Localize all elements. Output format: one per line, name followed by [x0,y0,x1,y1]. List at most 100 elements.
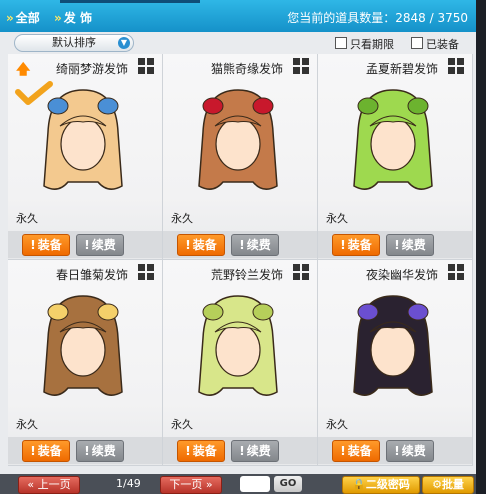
prev-page-button[interactable]: « 上一页 [18,476,80,494]
exclamation-icon: ! [394,444,400,458]
item-duration: 永久 [171,418,193,431]
grid-view-icon[interactable] [448,264,464,280]
equip-button[interactable]: ! 装备 [332,440,380,462]
equip-button[interactable]: ! 装备 [332,234,380,256]
next-page-button[interactable]: 下一页 » [160,476,222,494]
renew-button[interactable]: ! 续费 [231,440,279,462]
item-count-current: 2848 [395,11,426,25]
equip-label: 装备 [192,444,217,458]
renew-label: 续费 [246,444,271,458]
grid-view-icon[interactable] [138,58,154,74]
breadcrumb-all-label: 全部 [15,11,40,25]
exclamation-icon: ! [185,444,191,458]
equipped-label: 已装备 [426,38,459,51]
hair-accessory-image [198,295,278,396]
item-actions: ! 装备 ! 续费 [163,231,317,258]
page-indicator: 1/49 [116,477,141,490]
checkbox-box[interactable] [335,37,347,49]
only-limited-label: 只看期限 [350,38,394,51]
sort-select[interactable]: 默认排序 ▼ [14,34,134,52]
page-number-input[interactable] [240,476,270,492]
sort-select-value: 默认排序 [52,36,96,49]
equip-button[interactable]: ! 装备 [22,440,70,462]
equip-label: 装备 [192,238,217,252]
renew-button[interactable]: ! 续费 [386,234,434,256]
grid-view-icon[interactable] [293,58,309,74]
equip-button[interactable]: ! 装备 [177,234,225,256]
prev-page-label: 上一页 [37,478,71,491]
secondary-password-button[interactable]: 🔒二级密码 [342,476,420,494]
renew-button[interactable]: ! 续费 [231,234,279,256]
item-card[interactable]: 春日雏菊发饰 永久 ! 装备 ! 续费 [8,260,163,466]
exclamation-icon: ! [239,444,245,458]
scroll-strip [476,0,486,494]
equip-button[interactable]: ! 装备 [22,234,70,256]
double-chevron-left-icon: « [27,478,35,491]
next-page-label: 下一页 [169,478,203,491]
grid-view-icon[interactable] [293,264,309,280]
renew-button[interactable]: ! 续费 [76,440,124,462]
pagination-bar: « 上一页 1/49 下一页 » GO 🔒二级密码 ⚙批量 [0,474,476,494]
exclamation-icon: ! [340,238,346,252]
item-duration: 永久 [326,212,348,225]
equip-label: 装备 [347,238,372,252]
item-name: 猫熊奇缘发饰 [210,62,283,76]
renew-label: 续费 [401,238,426,252]
item-name: 绮丽梦游发饰 [55,62,128,76]
item-count-max: 3750 [437,11,468,25]
exclamation-icon: ! [185,238,191,252]
item-actions: ! 装备 ! 续费 [8,231,162,258]
double-chevron-right-icon: » [205,478,213,491]
only-limited-checkbox[interactable]: 只看期限 [335,36,394,52]
item-count-separator: / [429,11,434,25]
gear-icon: ⚙ [432,478,442,491]
chevron-right-icon: » [54,11,62,25]
item-count-label: 您当前的道具数量： [287,11,396,25]
inventory-window: » 全部 » 发 饰 您当前的道具数量：2848 / 3750 默认排序 ▼ 只看期… [0,0,476,494]
hair-accessory-image [198,89,278,190]
item-name: 孟夏新碧发饰 [365,62,438,76]
item-duration: 永久 [171,212,193,225]
item-duration: 永久 [16,212,38,225]
item-actions: ! 装备 ! 续费 [318,231,472,258]
item-actions: ! 装备 ! 续费 [163,437,317,464]
equipped-checkbox[interactable]: 已装备 [411,36,459,52]
exclamation-icon: ! [340,444,346,458]
breadcrumb-all[interactable]: » 全部 [6,9,40,26]
secondary-password-label: 二级密码 [365,478,410,491]
filter-bar: 默认排序 ▼ 只看期限 已装备 [0,32,476,54]
lock-icon: 🔒 [352,478,366,491]
item-card[interactable]: 荒野铃兰发饰 永久 ! 装备 ! 续费 [163,260,318,466]
exclamation-icon: ! [394,238,400,252]
exclamation-icon: ! [84,238,90,252]
item-name: 春日雏菊发饰 [55,268,128,282]
breadcrumb-category-label: 发 饰 [63,11,92,25]
renew-button[interactable]: ! 续费 [76,234,124,256]
renew-button[interactable]: ! 续费 [386,440,434,462]
checkmark-icon [15,81,53,105]
batch-button[interactable]: ⚙批量 [422,476,474,494]
go-button[interactable]: GO [274,476,302,492]
item-card[interactable]: 夜染幽华发饰 永久 ! 装备 ! 续费 [318,260,473,466]
renew-label: 续费 [91,444,116,458]
equip-label: 装备 [37,238,62,252]
item-card[interactable]: 🡅 绮丽梦游发饰 永久 ! 装备 ! 续费 [8,54,163,260]
checkbox-box[interactable] [411,37,423,49]
grid-view-icon[interactable] [138,264,154,280]
renew-label: 续费 [401,444,426,458]
item-card[interactable]: 孟夏新碧发饰 永久 ! 装备 ! 续费 [318,54,473,260]
item-name: 荒野铃兰发饰 [210,268,283,282]
item-duration: 永久 [16,418,38,431]
exclamation-icon: ! [84,444,90,458]
chevron-down-icon: ▼ [118,37,130,49]
equip-button[interactable]: ! 装备 [177,440,225,462]
equip-label: 装备 [37,444,62,458]
equip-label: 装备 [347,444,372,458]
grid-view-icon[interactable] [448,58,464,74]
exclamation-icon: ! [239,238,245,252]
item-actions: ! 装备 ! 续费 [318,437,472,464]
breadcrumb-category[interactable]: » 发 饰 [54,9,92,26]
renew-label: 续费 [246,238,271,252]
hair-accessory-image [353,89,433,190]
item-card[interactable]: 猫熊奇缘发饰 永久 ! 装备 ! 续费 [163,54,318,260]
